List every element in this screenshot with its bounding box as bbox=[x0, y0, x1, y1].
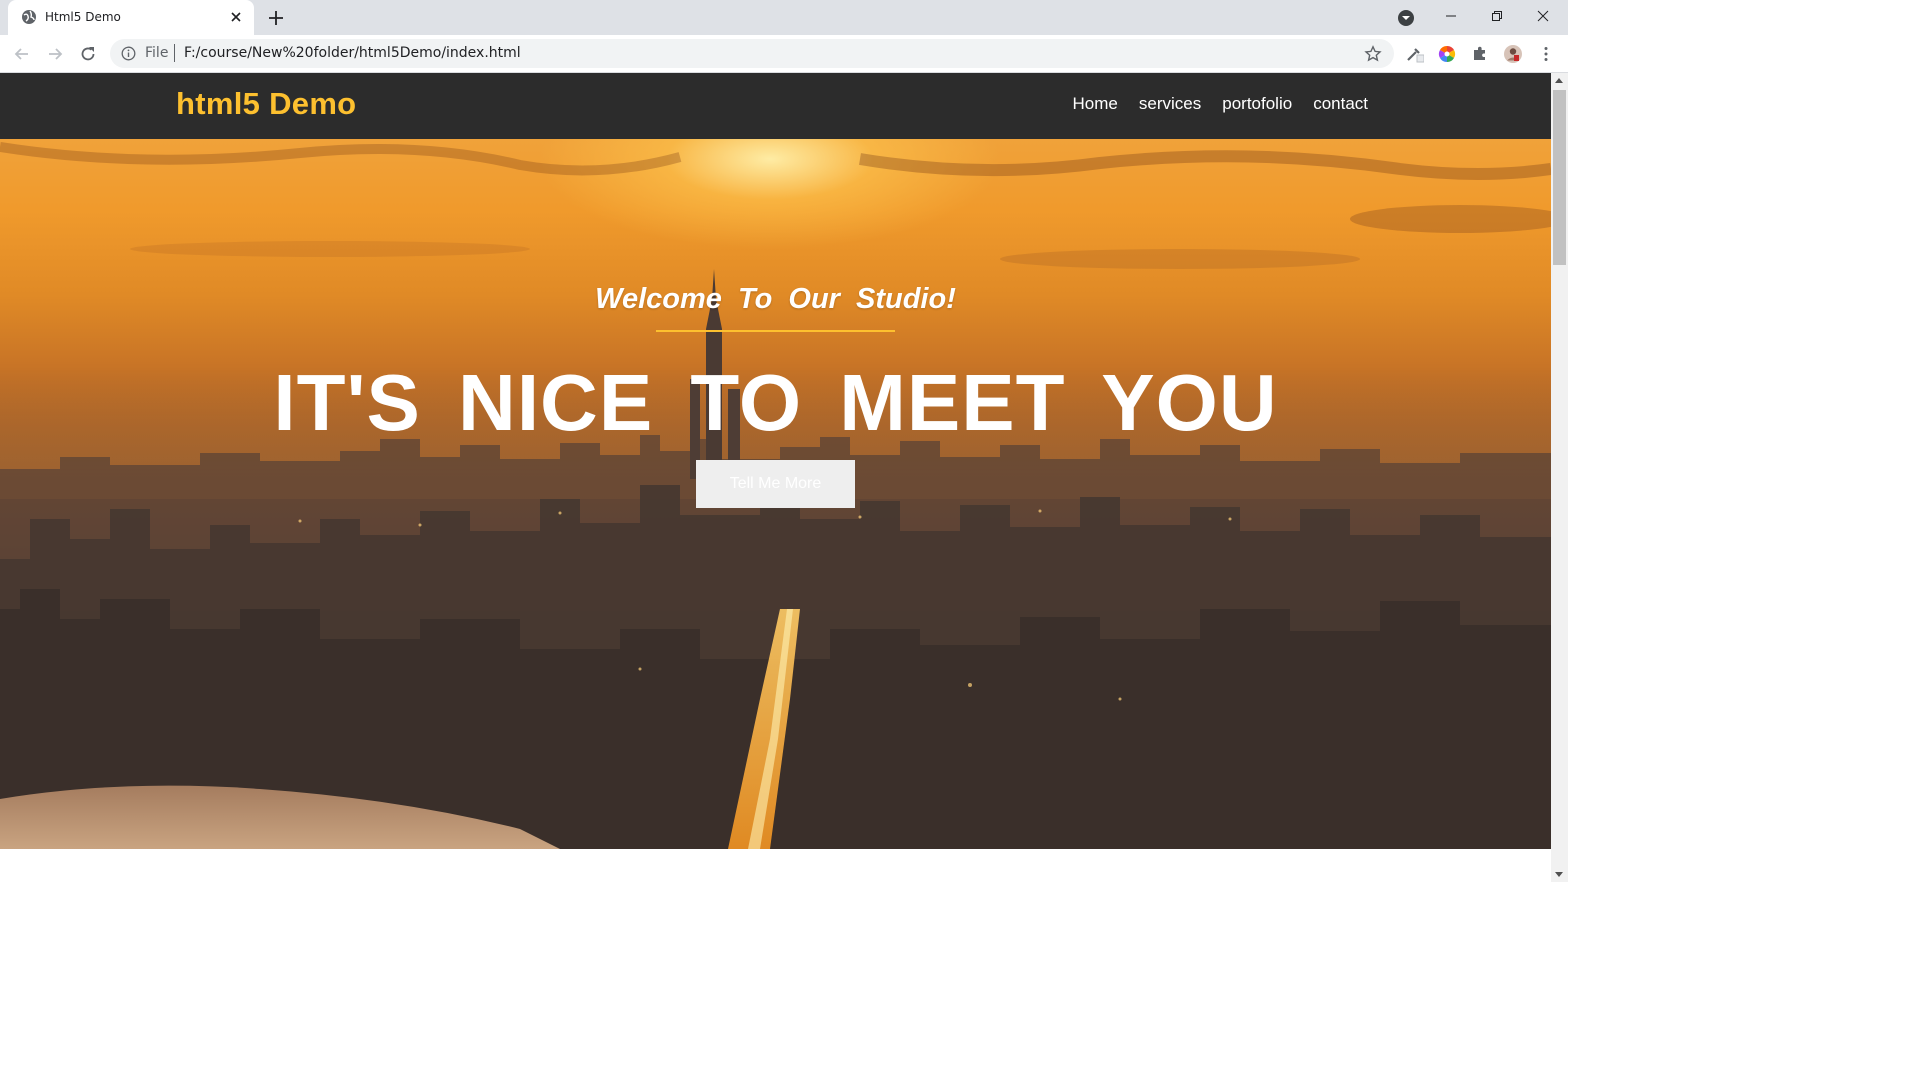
url-text[interactable]: F:/course/New%20folder/html5Demo/index.h… bbox=[184, 45, 521, 61]
bookmark-star-icon[interactable] bbox=[1364, 45, 1382, 63]
site-menu: Home services portofolio contact bbox=[1073, 94, 1368, 114]
page-scrollbar[interactable] bbox=[1551, 73, 1568, 882]
profile-avatar-icon[interactable] bbox=[1503, 44, 1523, 64]
hero-subheading: Welcome To Our Studio! bbox=[595, 283, 956, 315]
nav-link-portofolio[interactable]: portofolio bbox=[1222, 94, 1292, 114]
nav-link-home[interactable]: Home bbox=[1073, 94, 1118, 114]
minimize-button[interactable] bbox=[1428, 0, 1474, 32]
forward-icon[interactable] bbox=[45, 44, 65, 64]
scroll-down-arrow-icon[interactable] bbox=[1555, 872, 1563, 877]
site-logo[interactable]: html5 Demo bbox=[176, 86, 356, 122]
browser-toolbar: File F:/course/New%20folder/html5Demo/in… bbox=[0, 35, 1568, 73]
address-bar[interactable]: File F:/course/New%20folder/html5Demo/in… bbox=[110, 39, 1394, 68]
tab-search-icon[interactable] bbox=[1396, 8, 1416, 28]
nav-link-contact[interactable]: contact bbox=[1313, 94, 1368, 114]
hero-divider bbox=[656, 330, 895, 332]
minimize-icon bbox=[1446, 15, 1456, 17]
globe-icon bbox=[22, 10, 36, 24]
close-window-button[interactable] bbox=[1520, 0, 1566, 32]
hero-section: Welcome To Our Studio! IT'S NICE TO MEET… bbox=[0, 139, 1551, 849]
tab-title: Html5 Demo bbox=[45, 10, 121, 24]
scrollbar-thumb[interactable] bbox=[1553, 90, 1566, 265]
nav-link-services[interactable]: services bbox=[1139, 94, 1201, 114]
browser-menu-icon[interactable] bbox=[1536, 44, 1556, 64]
url-scheme-label: File bbox=[145, 45, 169, 61]
eyedropper-extension-icon[interactable] bbox=[1404, 44, 1424, 64]
browser-tab[interactable]: Html5 Demo bbox=[8, 0, 254, 35]
back-icon[interactable] bbox=[12, 44, 32, 64]
restore-icon bbox=[1492, 11, 1502, 21]
site-info-icon[interactable] bbox=[121, 46, 136, 61]
close-tab-icon[interactable] bbox=[228, 9, 244, 25]
omnibox-separator bbox=[174, 44, 175, 62]
site-navbar: html5 Demo Home services portofolio cont… bbox=[0, 73, 1551, 139]
page-viewport: html5 Demo Home services portofolio cont… bbox=[0, 73, 1551, 882]
hero-heading: IT'S NICE TO MEET YOU bbox=[273, 358, 1278, 447]
color-wheel-extension-icon[interactable] bbox=[1437, 44, 1457, 64]
restore-button[interactable] bbox=[1474, 0, 1520, 32]
reload-icon[interactable] bbox=[78, 44, 98, 64]
new-tab-icon[interactable] bbox=[266, 8, 286, 28]
scroll-up-arrow-icon[interactable] bbox=[1555, 78, 1563, 83]
tell-me-more-button[interactable]: Tell Me More bbox=[696, 460, 855, 508]
browser-tabstrip: Html5 Demo bbox=[0, 0, 1568, 35]
extensions-puzzle-icon[interactable] bbox=[1470, 44, 1490, 64]
close-window-icon bbox=[1537, 10, 1549, 22]
